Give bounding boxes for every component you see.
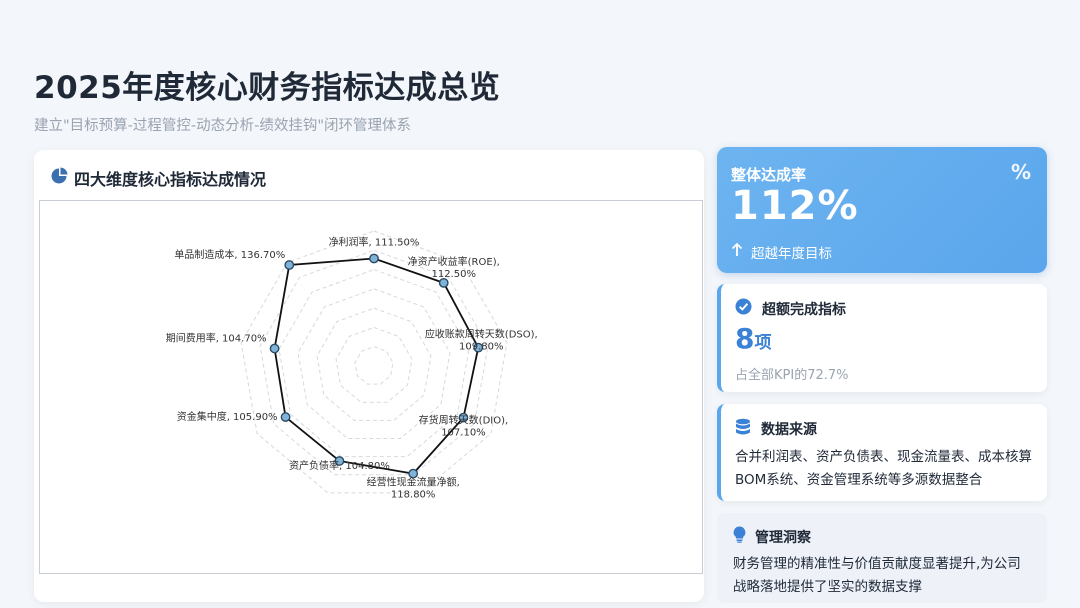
kpi-card-header: 超额完成指标	[735, 298, 846, 319]
radar-axis-label: 单品制造成本, 136.70%	[174, 248, 285, 261]
radar-axis-label: 资金集中度, 105.90%	[177, 410, 278, 423]
insight-card: 管理洞察 财务管理的精准性与价值贡献度显著提升,为公司战略落地提供了坚实的数据支…	[717, 513, 1047, 603]
radar-axis-label: 存货周转天数(DIO), 107.10%	[419, 414, 509, 439]
database-icon	[735, 418, 751, 440]
kpi-card: 超额完成指标 8项 占全部KPI的72.7%	[717, 284, 1047, 392]
radar-axis-label: 期间费用率, 104.70%	[166, 331, 267, 344]
radar-axis-label: 资产负债率, 104.80%	[289, 459, 390, 472]
kpi-count-number: 8	[735, 322, 755, 355]
radar-chart-frame: 净利润率, 111.50% 净资产收益率(ROE), 112.50% 应收账款周转天数…	[39, 200, 703, 574]
kpi-note: 占全部KPI的72.7%	[735, 368, 849, 383]
percent-icon: %	[1010, 160, 1031, 184]
lightbulb-icon	[733, 526, 746, 547]
overall-rate-value: 112%	[731, 183, 859, 229]
radar-point	[438, 277, 449, 288]
chart-card-header: 四大维度核心指标达成情况	[50, 166, 266, 190]
radar-grid-ring	[316, 307, 432, 421]
insight-label: 管理洞察	[755, 529, 811, 546]
overall-rate-note: 超越年度目标	[731, 242, 832, 262]
radar-axis-label: 净利润率, 111.50%	[329, 235, 420, 248]
radar-point	[280, 412, 291, 422]
radar-point	[408, 468, 419, 479]
chart-card: 四大维度核心指标达成情况 净利润率, 111.50% 净资产收益率(ROE), 11…	[34, 150, 704, 602]
arrow-up-icon	[731, 242, 743, 261]
radar-axis-label: 净资产收益率(ROE), 112.50%	[408, 255, 500, 280]
overall-rate-note-text: 超越年度目标	[751, 246, 832, 262]
radar-point	[284, 260, 295, 270]
radar-grid-ring	[259, 249, 489, 476]
kpi-count: 8项	[735, 322, 771, 355]
radar-grid-ring	[354, 346, 394, 385]
data-source-card: 数据来源 合并利润表、资产负债表、现金流量表、成本核算BOM系统、资金管理系统等…	[717, 404, 1047, 501]
insight-header: 管理洞察	[733, 526, 811, 547]
radar-axis-label: 经营性现金流量净额, 118.80%	[367, 476, 460, 501]
chart-title: 四大维度核心指标达成情况	[74, 170, 267, 189]
radar-chart: 净利润率, 111.50% 净资产收益率(ROE), 112.50% 应收账款周转天数…	[166, 230, 538, 501]
pie-chart-icon	[50, 167, 68, 189]
radar-grid-ring	[335, 326, 413, 403]
radar-point	[269, 343, 280, 354]
radar-axis-label: 应收账款周转天数(DSO), 109.80%	[425, 328, 538, 353]
radar-point	[369, 253, 379, 264]
data-source-text: 合并利润表、资产负债表、现金流量表、成本核算BOM系统、资金管理系统等多源数据整…	[735, 449, 1032, 488]
insight-text: 财务管理的精准性与价值贡献度显著提升,为公司战略落地提供了坚实的数据支撑	[733, 556, 1021, 595]
kpi-count-unit: 项	[754, 333, 772, 353]
page-title: 2025年度核心财务指标达成总览	[34, 70, 501, 106]
data-source-label: 数据来源	[761, 422, 817, 438]
overall-rate-label: 整体达成率	[731, 166, 807, 184]
check-circle-icon	[735, 298, 752, 319]
page-subtitle: 建立"目标预算-过程管控-动态分析-绩效挂钩"闭环管理体系	[34, 118, 412, 134]
kpi-label: 超额完成指标	[762, 301, 846, 318]
data-source-header: 数据来源	[735, 418, 817, 440]
overall-rate-card: 整体达成率 112% % 超越年度目标	[717, 147, 1047, 273]
